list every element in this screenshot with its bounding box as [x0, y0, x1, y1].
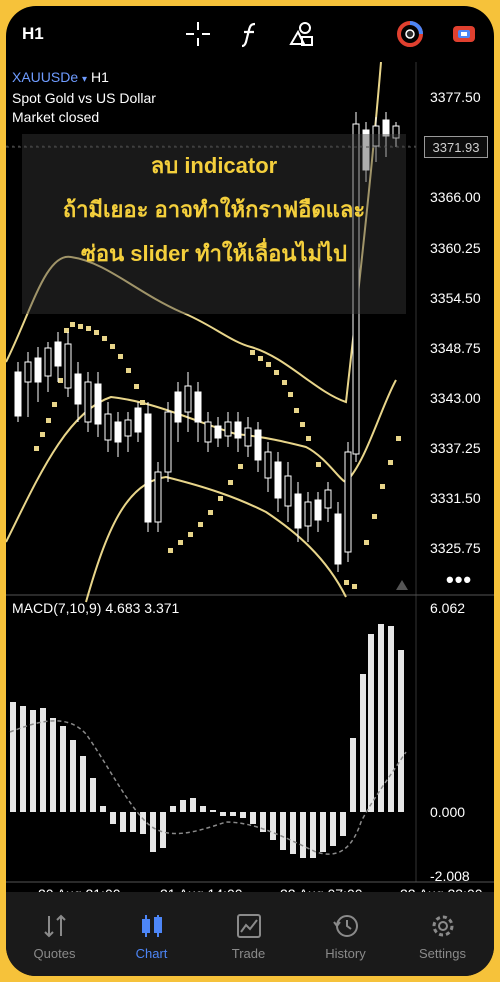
- chart-icon: [142, 915, 162, 937]
- overlay-line-2: ถ้ามีเยอะ อาจทำให้กราฟอืดและ: [62, 197, 366, 222]
- tab-trade[interactable]: Trade: [200, 892, 297, 976]
- price-axis-label: 3325.75: [430, 540, 481, 556]
- symbol-ticker[interactable]: XAUUSDe: [12, 69, 78, 85]
- tab-history[interactable]: History: [297, 892, 394, 976]
- history-icon: [333, 915, 358, 937]
- annotation-overlay: ลบ indicator ถ้ามีเยอะ อาจทำให้กราฟอืดแล…: [22, 134, 406, 314]
- price-axis-label: 3354.50: [430, 290, 481, 306]
- macd-name: MACD(7,10,9): [12, 600, 102, 616]
- top-toolbar: H1: [6, 6, 494, 62]
- macd-label: MACD(7,10,9) 4.683 3.371: [12, 600, 179, 616]
- macd-axis-label: 0.000: [430, 804, 466, 820]
- symbol-description: Spot Gold vs US Dollar: [12, 90, 156, 106]
- app-frame: H1 XAUUSDe ▾ H1 Spot Gold vs US Dollar M…: [6, 6, 494, 976]
- timeframe-button[interactable]: H1: [22, 24, 44, 44]
- trade-icon: [237, 914, 261, 938]
- objects-icon[interactable]: [288, 20, 316, 48]
- overlay-line-3: ซ่อน slider ทำให้เลื่อนไม่ไป: [80, 241, 348, 266]
- market-status: Market closed: [12, 109, 100, 125]
- tab-label: History: [325, 946, 366, 961]
- macd-axis-label: 6.062: [430, 600, 466, 616]
- settings-icon: [432, 915, 454, 937]
- price-axis-label: 3377.50: [430, 89, 481, 105]
- macd-main-value: 4.683: [105, 600, 141, 616]
- tab-label: Quotes: [33, 946, 76, 961]
- trade-circle-icon[interactable]: [396, 20, 424, 48]
- macd-signal-value: 3.371: [144, 600, 180, 616]
- price-axis-label: 3360.25: [430, 240, 481, 256]
- tab-chart[interactable]: Chart: [103, 892, 200, 976]
- macd-axis-label: -2.008: [430, 868, 470, 884]
- account-icon[interactable]: [450, 20, 478, 48]
- tab-label: Trade: [231, 946, 266, 961]
- overlay-line-1: ลบ indicator: [150, 153, 278, 178]
- bottom-tab-bar: Quotes Chart Trade History Settings: [6, 892, 494, 976]
- symbol-info: XAUUSDe ▾ H1 Spot Gold vs US Dollar Mark…: [12, 68, 156, 127]
- symbol-dropdown-icon[interactable]: ▾: [82, 74, 87, 85]
- tab-quotes[interactable]: Quotes: [6, 892, 103, 976]
- symbol-timeframe: H1: [90, 69, 109, 85]
- price-axis-label: 3348.75: [430, 340, 481, 356]
- price-axis-label: 3366.00: [430, 189, 481, 205]
- chart-area[interactable]: XAUUSDe ▾ H1 Spot Gold vs US Dollar Mark…: [6, 62, 494, 902]
- more-options-button[interactable]: •••: [446, 567, 472, 593]
- tab-settings[interactable]: Settings: [394, 892, 491, 976]
- crosshair-icon[interactable]: [184, 20, 212, 48]
- price-axis-label: 3331.50: [430, 490, 481, 506]
- function-icon[interactable]: [236, 20, 264, 48]
- current-price-label: 3371.93: [424, 136, 488, 158]
- tab-label: Settings: [419, 946, 466, 961]
- price-axis-label: 3337.25: [430, 440, 481, 456]
- price-axis-label: 3343.00: [430, 390, 481, 406]
- tab-label: Chart: [135, 946, 168, 961]
- quotes-icon: [44, 914, 66, 938]
